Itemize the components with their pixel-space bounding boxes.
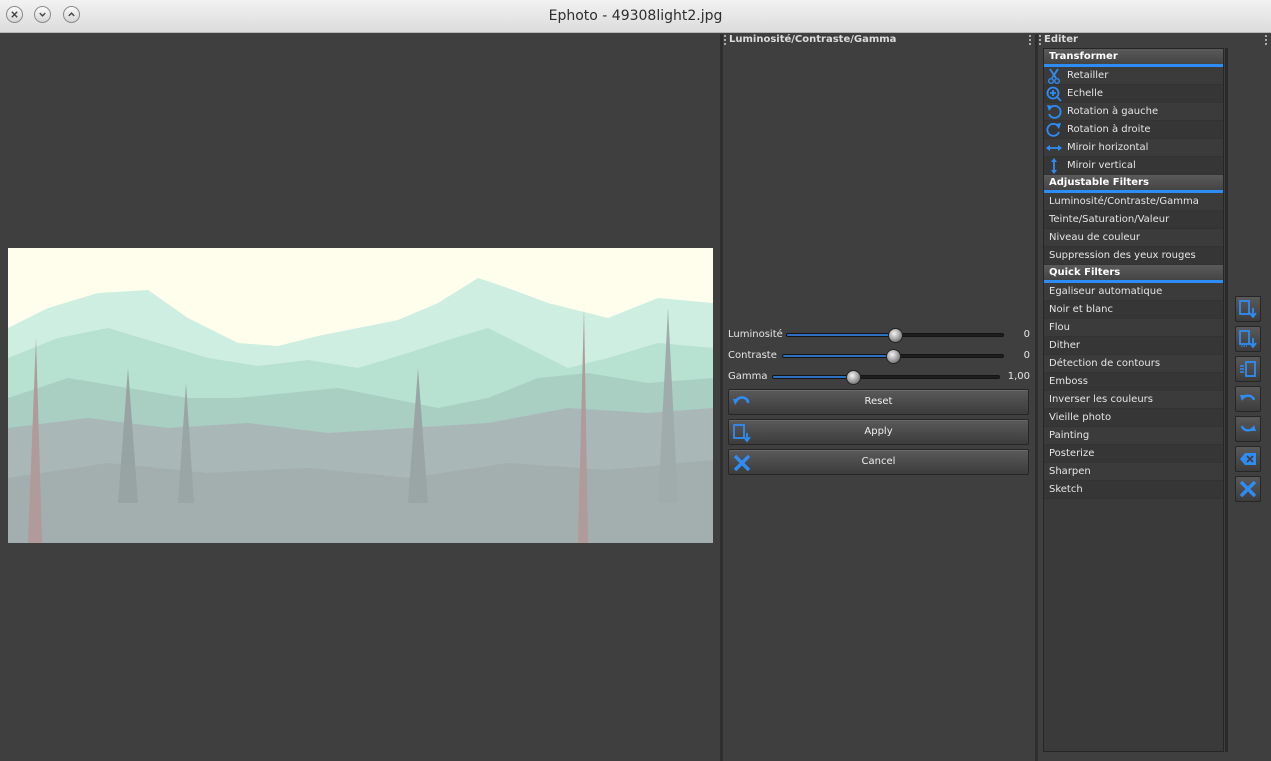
list-item-posterize[interactable]: Posterize bbox=[1044, 445, 1223, 463]
contrast-slider-fill bbox=[783, 355, 893, 357]
list-item-rotate-left[interactable]: Rotation à gauche bbox=[1044, 103, 1223, 121]
redo-button[interactable] bbox=[1235, 416, 1261, 442]
list-item-label: Rotation à droite bbox=[1067, 124, 1151, 135]
list-item-sharpen[interactable]: Sharpen bbox=[1044, 463, 1223, 481]
vertical-toolbar bbox=[1235, 296, 1261, 506]
list-item-teinte[interactable]: Teinte/Saturation/Valeur bbox=[1044, 211, 1223, 229]
rotate-right-icon bbox=[1046, 122, 1061, 137]
window-title: Ephoto - 49308light2.jpg bbox=[548, 8, 723, 24]
transformer-items: Retailler Echelle Rotation à gauche Rota… bbox=[1044, 67, 1223, 175]
adjust-panel: Luminosité/Contraste/Gamma Luminosité 0 … bbox=[723, 34, 1035, 761]
grip-handle[interactable] bbox=[1039, 35, 1041, 45]
gamma-label: Gamma bbox=[728, 371, 768, 382]
editor-panel-header: Editer bbox=[1038, 34, 1271, 46]
landscape-image bbox=[8, 248, 713, 543]
editor-panel-title: Editer bbox=[1044, 34, 1078, 45]
group-transformer[interactable]: Transformer bbox=[1044, 49, 1223, 67]
list-item-label: Miroir horizontal bbox=[1067, 142, 1149, 153]
filter-list[interactable]: Transformer Retailler Echelle Rotation à… bbox=[1043, 48, 1224, 752]
list-item-dither[interactable]: Dither bbox=[1044, 337, 1223, 355]
save-icon bbox=[1239, 300, 1257, 318]
quick-items: Egaliseur automatique Noir et blanc Flou… bbox=[1044, 283, 1223, 499]
brightness-label: Luminosité bbox=[728, 329, 783, 340]
list-item-emboss[interactable]: Emboss bbox=[1044, 373, 1223, 391]
brightness-slider[interactable] bbox=[786, 328, 1004, 343]
editor-panel: Editer Transformer Retailler Echelle Rot… bbox=[1038, 34, 1271, 761]
list-item-flip-vertical[interactable]: Miroir vertical bbox=[1044, 157, 1223, 175]
redo-icon bbox=[1240, 425, 1256, 432]
apply-label: Apply bbox=[864, 426, 893, 437]
gamma-slider-row: Gamma 1,00 bbox=[728, 369, 1030, 385]
adjustable-items: Luminosité/Contraste/Gamma Teinte/Satura… bbox=[1044, 193, 1223, 265]
list-item-contours[interactable]: Détection de contours bbox=[1044, 355, 1223, 373]
close-icon bbox=[1239, 480, 1257, 498]
photo-canvas[interactable] bbox=[8, 248, 713, 543]
reset-label: Reset bbox=[864, 396, 893, 407]
save-as-button[interactable] bbox=[1235, 326, 1261, 352]
list-item-flou[interactable]: Flou bbox=[1044, 319, 1223, 337]
grip-handle[interactable] bbox=[724, 35, 726, 45]
list-item-vieille-photo[interactable]: Vieille photo bbox=[1044, 409, 1223, 427]
save-button[interactable] bbox=[1235, 296, 1261, 322]
upload-button[interactable] bbox=[1235, 356, 1261, 382]
list-item-echelle[interactable]: Echelle bbox=[1044, 85, 1223, 103]
brightness-slider-fill bbox=[787, 334, 895, 336]
group-adjustable-filters[interactable]: Adjustable Filters bbox=[1044, 175, 1223, 193]
delete-button[interactable] bbox=[1235, 446, 1261, 472]
list-item-rotate-right[interactable]: Rotation à droite bbox=[1044, 121, 1223, 139]
zoom-in-icon bbox=[1046, 86, 1062, 102]
rotate-left-icon bbox=[1047, 104, 1062, 119]
list-item-painting[interactable]: Painting bbox=[1044, 427, 1223, 445]
cancel-label: Cancel bbox=[861, 456, 896, 467]
list-item-noir-blanc[interactable]: Noir et blanc bbox=[1044, 301, 1223, 319]
group-quick-filters[interactable]: Quick Filters bbox=[1044, 265, 1223, 283]
list-item-inverser[interactable]: Inverser les couleurs bbox=[1044, 391, 1223, 409]
image-viewer[interactable] bbox=[0, 34, 720, 761]
apply-button[interactable]: Apply bbox=[728, 419, 1029, 445]
title-bar: Ephoto - 49308light2.jpg bbox=[0, 0, 1271, 33]
contrast-value: 0 bbox=[1023, 350, 1030, 361]
list-scrollbar[interactable] bbox=[1225, 48, 1228, 752]
list-item-retailler[interactable]: Retailler bbox=[1044, 67, 1223, 85]
flip-vertical-icon bbox=[1051, 158, 1057, 174]
reset-button[interactable]: Reset bbox=[728, 389, 1029, 415]
brightness-value: 0 bbox=[1023, 329, 1030, 340]
scissors-icon bbox=[1048, 68, 1060, 84]
brightness-slider-knob[interactable] bbox=[888, 328, 903, 343]
list-item-egaliseur[interactable]: Egaliseur automatique bbox=[1044, 283, 1223, 301]
upload-icon bbox=[1240, 361, 1256, 377]
undo-icon bbox=[1240, 394, 1256, 401]
list-item-label: Echelle bbox=[1067, 88, 1104, 99]
gamma-slider[interactable] bbox=[772, 370, 1000, 385]
contrast-slider-row: Contraste 0 bbox=[728, 348, 1030, 364]
list-item-label: Rotation à gauche bbox=[1067, 106, 1159, 117]
list-item-label: Miroir vertical bbox=[1067, 160, 1136, 171]
grip-handle[interactable] bbox=[1265, 35, 1267, 45]
close-button[interactable] bbox=[1235, 476, 1261, 502]
delete-icon bbox=[1240, 453, 1256, 465]
list-item-luminosite[interactable]: Luminosité/Contraste/Gamma bbox=[1044, 193, 1223, 211]
list-item-yeux-rouges[interactable]: Suppression des yeux rouges bbox=[1044, 247, 1223, 265]
undo-button[interactable] bbox=[1235, 386, 1261, 412]
gamma-slider-knob[interactable] bbox=[846, 370, 861, 385]
contrast-slider-knob[interactable] bbox=[886, 349, 901, 364]
contrast-slider[interactable] bbox=[782, 349, 1004, 364]
flip-horizontal-icon bbox=[1046, 145, 1062, 151]
adjust-panel-title: Luminosité/Contraste/Gamma bbox=[729, 34, 897, 45]
gamma-slider-fill bbox=[773, 376, 853, 378]
list-item-sketch[interactable]: Sketch bbox=[1044, 481, 1223, 499]
list-item-label: Retailler bbox=[1067, 70, 1109, 81]
brightness-slider-row: Luminosité 0 bbox=[728, 327, 1030, 343]
contrast-label: Contraste bbox=[728, 350, 777, 361]
grip-handle[interactable] bbox=[1029, 35, 1031, 45]
cancel-button[interactable]: Cancel bbox=[728, 449, 1029, 475]
list-item-flip-horizontal[interactable]: Miroir horizontal bbox=[1044, 139, 1223, 157]
list-item-niveau-couleur[interactable]: Niveau de couleur bbox=[1044, 229, 1223, 247]
save-as-icon bbox=[1239, 330, 1257, 348]
gamma-value: 1,00 bbox=[1007, 371, 1030, 382]
adjust-panel-header: Luminosité/Contraste/Gamma bbox=[723, 34, 1035, 46]
